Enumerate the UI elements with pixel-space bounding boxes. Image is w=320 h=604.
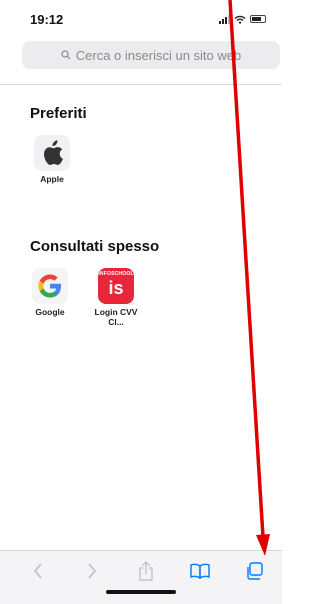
bookmarks-icon xyxy=(190,563,210,579)
frequent-google[interactable]: Google xyxy=(24,268,76,317)
signal-icon xyxy=(219,14,230,24)
battery-icon xyxy=(250,15,266,23)
back-button[interactable] xyxy=(24,557,52,585)
status-bar: 19:12 xyxy=(0,0,282,36)
address-placeholder: Cerca o inserisci un sito web xyxy=(75,47,242,63)
frequent-title: Consultati spesso xyxy=(30,238,160,255)
forward-icon xyxy=(88,563,97,579)
status-icons xyxy=(219,14,266,24)
tile-label: Apple xyxy=(40,174,64,184)
back-icon xyxy=(33,563,42,579)
tile-label: Google xyxy=(35,307,65,317)
infoschool-glyph: is xyxy=(108,278,124,298)
home-indicator xyxy=(106,590,176,594)
address-bar[interactable]: Cerca o inserisci un sito web xyxy=(22,41,280,69)
apple-logo-icon xyxy=(34,135,70,171)
favorites-title: Preferiti xyxy=(30,105,87,122)
bottom-toolbar xyxy=(0,550,282,604)
tabs-button[interactable] xyxy=(240,557,268,585)
infoschool-wordmark: INFOSCHOOL xyxy=(98,271,134,277)
bookmarks-button[interactable] xyxy=(186,557,214,585)
divider xyxy=(0,84,282,85)
share-icon xyxy=(139,561,153,581)
frequent-login-cvv[interactable]: INFOSCHOOL is Login CVV Cl... xyxy=(90,268,142,327)
tabs-icon xyxy=(247,562,263,580)
google-logo-icon xyxy=(32,268,68,304)
status-time: 19:12 xyxy=(30,12,64,27)
wifi-icon xyxy=(234,15,246,24)
infoschool-logo-icon: INFOSCHOOL is xyxy=(98,268,134,304)
favorite-apple[interactable]: Apple xyxy=(26,135,78,184)
tile-label: Login CVV Cl... xyxy=(94,307,138,327)
forward-button[interactable] xyxy=(78,557,106,585)
search-icon xyxy=(61,50,71,60)
share-button[interactable] xyxy=(132,557,160,585)
